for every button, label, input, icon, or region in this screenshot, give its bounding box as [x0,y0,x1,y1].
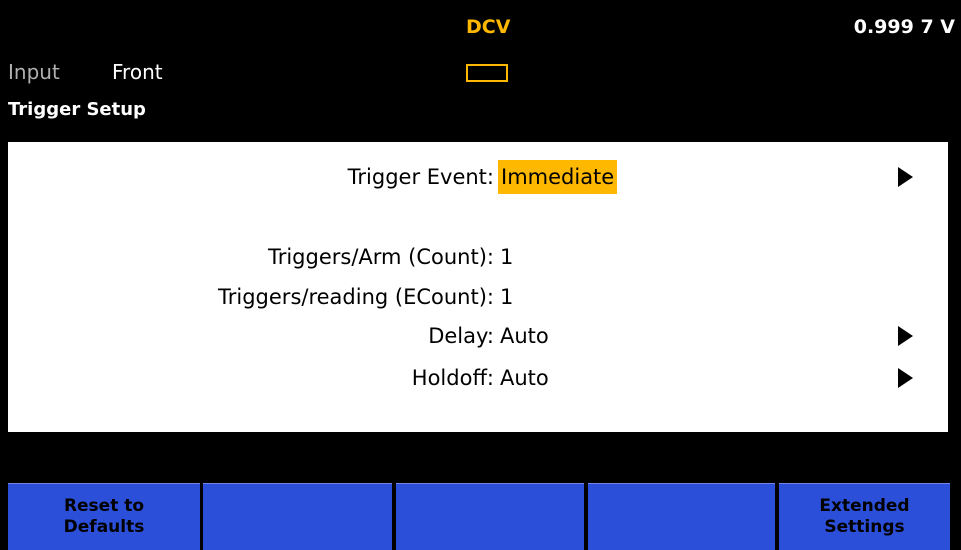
softkey-3[interactable] [396,483,584,550]
delay-submenu-arrow-icon[interactable] [898,326,913,346]
input-label: Input [8,60,60,84]
holdoff-submenu-arrow-icon[interactable] [898,368,913,388]
softkey-extended-settings[interactable]: Extended Settings [779,483,950,550]
triggers-arm-row[interactable]: Triggers/Arm (Count): 1 [8,240,948,274]
triggers-arm-value[interactable]: 1 [498,244,515,270]
trigger-event-value[interactable]: Immediate [498,160,618,194]
settings-panel: Trigger Event: Immediate Triggers/Arm (C… [8,142,948,432]
triggers-reading-value[interactable]: 1 [498,284,515,310]
softkey-4[interactable] [588,483,775,550]
holdoff-value[interactable]: Auto [498,365,551,391]
trigger-event-label: Trigger Event: [347,165,494,189]
delay-row[interactable]: Delay: Auto [8,319,948,353]
measurement-mode-label: DCV [466,16,511,38]
delay-label: Delay: [428,324,494,348]
holdoff-label: Holdoff: [411,366,494,390]
softkey-2[interactable] [203,483,392,550]
holdoff-row[interactable]: Holdoff: Auto [8,361,948,395]
trigger-event-submenu-arrow-icon[interactable] [898,167,913,187]
softkey-reset-to-defaults[interactable]: Reset to Defaults [8,483,200,550]
trigger-event-row[interactable]: Trigger Event: Immediate [8,160,948,194]
trigger-indicator-icon [466,64,508,82]
triggers-reading-label: Triggers/reading (ECount): [218,285,494,309]
input-value: Front [112,60,163,84]
triggers-arm-label: Triggers/Arm (Count): [267,245,494,269]
triggers-reading-row[interactable]: Triggers/reading (ECount): 1 [8,280,948,314]
measurement-reading: 0.999 7 V [853,16,955,38]
screen-title: Trigger Setup [8,99,146,120]
delay-value[interactable]: Auto [498,323,551,349]
